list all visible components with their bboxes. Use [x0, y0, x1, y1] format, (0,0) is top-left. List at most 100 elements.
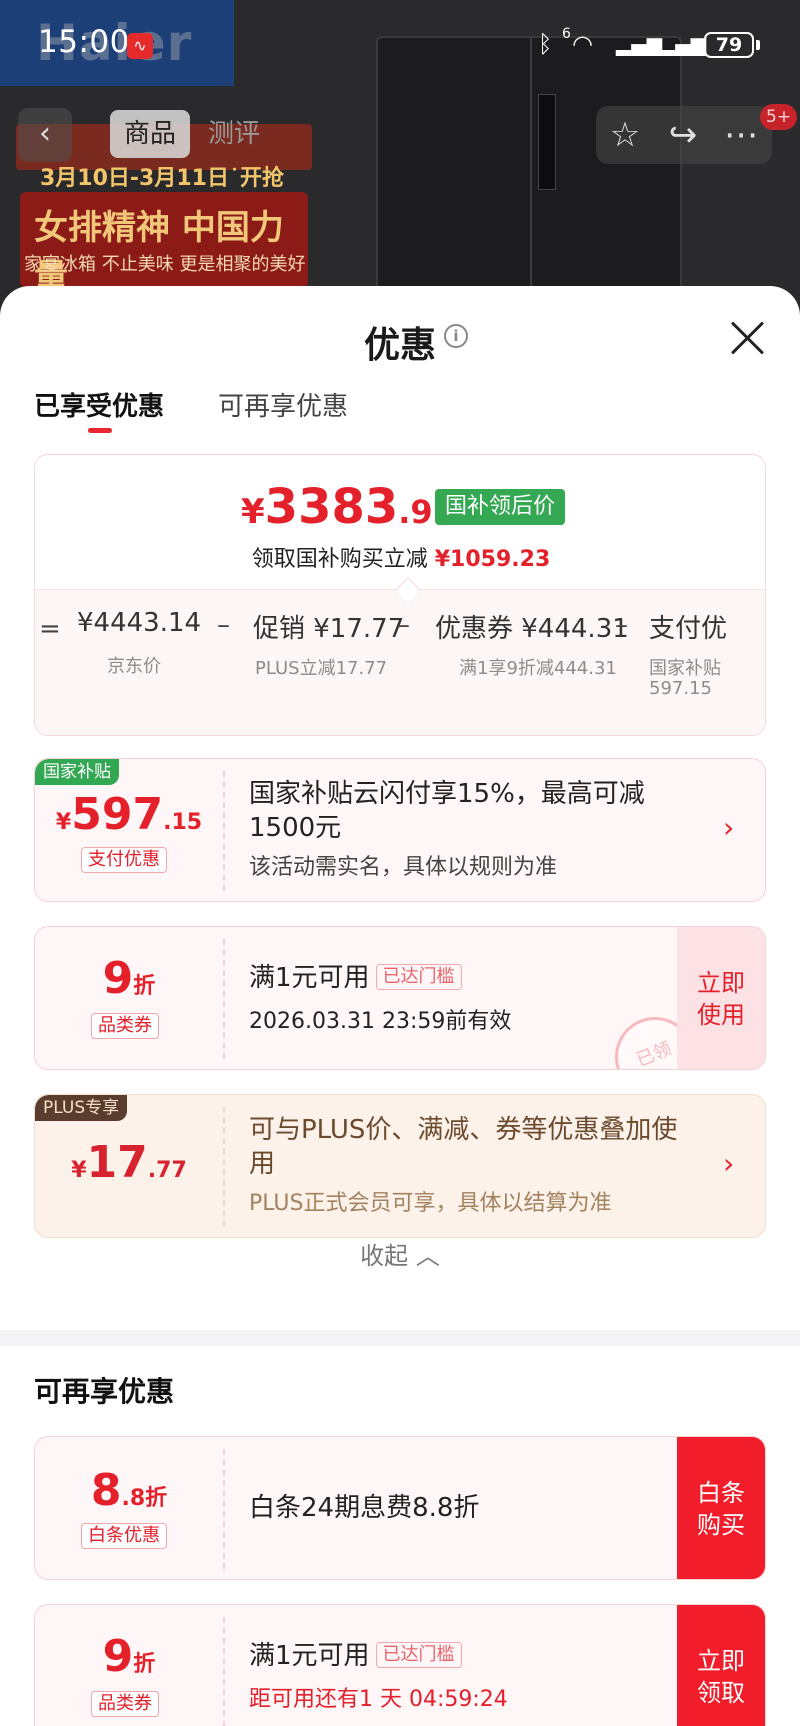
tab-underline: [88, 428, 112, 433]
signal-icon: ▂▄▆: [616, 32, 663, 56]
price-summary-card: ¥3383.91 国补领后价 领取国补购买立减 ¥1059.23 = ¥4443…: [34, 454, 766, 736]
top-actions: ☆ ↪ ⋯: [596, 106, 772, 164]
collapse-label: 收起: [360, 1242, 409, 1270]
coupon-currency: ¥: [71, 1158, 87, 1183]
coupon-desc: 该活动需实名，具体以规则为准: [249, 855, 558, 880]
coupon-amount: 9折: [35, 953, 223, 1004]
tab-product[interactable]: 商品: [110, 110, 190, 158]
close-button[interactable]: [726, 316, 770, 360]
breakdown-promo: 促销 ¥17.77: [253, 614, 405, 644]
coupon-amount-int: 9: [102, 953, 134, 1004]
use-now-button[interactable]: 立即使用: [677, 927, 765, 1069]
info-icon[interactable]: i: [444, 324, 468, 348]
coupon-title: 满1元可用 已达门槛: [249, 1639, 679, 1673]
chevron-right-icon[interactable]: ›: [723, 1147, 734, 1180]
breakdown-payment-sub-amount: 597.15: [649, 678, 712, 699]
coupon-currency: ¥: [55, 810, 72, 835]
coupon-amount-int: 597: [71, 789, 164, 840]
signal-icon-2: ▂▄▆: [660, 32, 707, 56]
breakdown-promo-sub: PLUS立减17.77: [255, 658, 388, 679]
coupon-amount-dec: 折: [133, 974, 156, 999]
breakdown-payment: 支付优: [649, 614, 728, 644]
coupon-divider: [223, 1107, 225, 1227]
tab-review[interactable]: 测评: [208, 110, 274, 158]
price-subtext: 领取国补购买立减 ¥1059.23: [35, 541, 765, 573]
coupon-validity: 2026.03.31 23:59前有效: [249, 1009, 512, 1034]
breakdown-jd-price-sub: 京东价: [107, 656, 161, 677]
fridge-door-split: [530, 38, 532, 320]
coupon-amount-int: 8: [90, 1465, 122, 1516]
breakdown-minus-1: –: [217, 610, 230, 640]
coupon-divider: [223, 939, 225, 1059]
breakdown-equals: =: [39, 614, 61, 644]
promo-slogan: 女排精神 中国力量: [34, 208, 284, 297]
battery-icon: 79: [704, 32, 754, 58]
breakdown-minus-3: –: [615, 610, 628, 640]
tab-enjoyed-discounts[interactable]: 已享受优惠: [34, 386, 164, 423]
threshold-reached-chip: 已达门槛: [375, 964, 462, 990]
coupon-amount: ¥17.77: [35, 1137, 223, 1188]
coupon-corner-tag: PLUS专享: [35, 1095, 128, 1121]
promo-date: 3月10日-3月11日˙开抢: [40, 166, 284, 191]
coupon-divider: [223, 771, 225, 891]
coupon-countdown: 距可用还有1 天 04:59:24: [249, 1687, 508, 1712]
breakdown-minus-2: –: [397, 610, 410, 640]
threshold-reached-chip: 已达门槛: [375, 1642, 462, 1668]
coupon-amount-int: 17: [86, 1137, 148, 1188]
coupon-title: 满1元可用 已达门槛: [249, 961, 679, 995]
coupon-baitiao[interactable]: 8.8折 白条优惠 白条24期息费8.8折 白条购买: [34, 1436, 766, 1580]
use-now-label: 立即使用: [697, 969, 745, 1029]
coupon-title: 白条24期息费8.8折: [249, 1493, 480, 1523]
coupon-title: 国家补贴云闪付享15%，最高可减1500元: [249, 779, 645, 843]
coupon-amount: ¥597.15: [35, 789, 223, 840]
coupon-title: 可与PLUS价、满减、券等优惠叠加使用: [249, 1115, 678, 1179]
breakdown-coupon: 优惠券 ¥444.31: [435, 614, 629, 644]
coupon-corner-tag: 国家补贴: [35, 759, 119, 785]
collapse-button[interactable]: 收起 ︿: [0, 1236, 800, 1271]
coupon-national-subsidy[interactable]: 国家补贴 ¥597.15 支付优惠 国家补贴云闪付享15%，最高可减1500元 …: [34, 758, 766, 902]
discount-sheet: 优惠 i 已享受优惠 可再享优惠 ¥3383.91 国补领后价 领取国补购买立减…: [0, 286, 800, 1726]
baitiao-buy-button[interactable]: 白条购买: [677, 1437, 765, 1579]
back-button[interactable]: ‹: [18, 108, 72, 162]
coupon-amount-int: 9: [102, 1631, 134, 1682]
favorite-star-icon[interactable]: ☆: [596, 106, 654, 164]
coupon-type-label: 品类券: [91, 1013, 159, 1039]
product-image: [376, 36, 682, 320]
price-breakdown: = ¥4443.14 京东价 – 促销 ¥17.77 PLUS立减17.77 –…: [35, 589, 765, 735]
coupon-title-text: 满1元可用: [249, 963, 370, 993]
promo-subtitle: 家宴冰箱 不止美味 更是相聚的美好: [24, 254, 306, 275]
breakdown-coupon-sub: 满1享9折减444.31: [459, 658, 617, 679]
share-icon[interactable]: ↪: [654, 106, 712, 164]
bluetooth-icon: ᛒ: [538, 30, 553, 58]
tab-more-discounts[interactable]: 可再享优惠: [218, 386, 348, 423]
price-integer: 3383: [264, 479, 399, 535]
wifi-icon: ◠: [572, 30, 593, 58]
price-currency: ¥: [241, 492, 265, 532]
price-subtext-label: 领取国补购买立减: [251, 547, 428, 572]
claim-now-button[interactable]: 立即领取: [677, 1605, 765, 1726]
coupon-amount: 8.8折: [35, 1465, 223, 1516]
coupon-amount-dec: .15: [163, 810, 203, 835]
coupon-divider: [223, 1617, 225, 1726]
coupon-desc: PLUS正式会员可享，具体以结算为准: [249, 1191, 612, 1216]
coupon-type-label: 支付优惠: [81, 847, 167, 873]
status-time: 15:00: [38, 24, 130, 60]
claim-now-label: 立即领取: [697, 1647, 745, 1707]
status-icons: ᛒ 6 ◠ ▂▄▆ ▂▄▆ 79: [538, 26, 760, 62]
breakdown-payment-sub: 国家补贴: [649, 658, 721, 679]
coupon-type-label: 品类券: [91, 1691, 159, 1717]
breakdown-jd-price: ¥4443.14: [77, 608, 202, 638]
coupon-amount-dec: .77: [147, 1158, 187, 1183]
coupon-category[interactable]: 9折 品类券 满1元可用 已达门槛 2026.03.31 23:59前有效 已领 …: [34, 926, 766, 1070]
coupon-divider: [223, 1449, 225, 1569]
coupon-category-2[interactable]: 9折 品类券 满1元可用 已达门槛 距可用还有1 天 04:59:24 立即领取: [34, 1604, 766, 1726]
fridge-display-panel: [538, 94, 556, 190]
coupon-title-text: 满1元可用: [249, 1641, 370, 1671]
coupon-amount-dec: .8折: [121, 1486, 168, 1511]
coupon-amount-dec: 折: [133, 1652, 156, 1677]
cart-badge: 5+: [760, 104, 798, 130]
coupon-amount: 9折: [35, 1631, 223, 1682]
chevron-right-icon[interactable]: ›: [723, 811, 734, 844]
coupon-plus[interactable]: PLUS专享 ¥17.77 可与PLUS价、满减、券等优惠叠加使用 PLUS正式…: [34, 1094, 766, 1238]
coupon-type-label: 白条优惠: [81, 1523, 167, 1549]
